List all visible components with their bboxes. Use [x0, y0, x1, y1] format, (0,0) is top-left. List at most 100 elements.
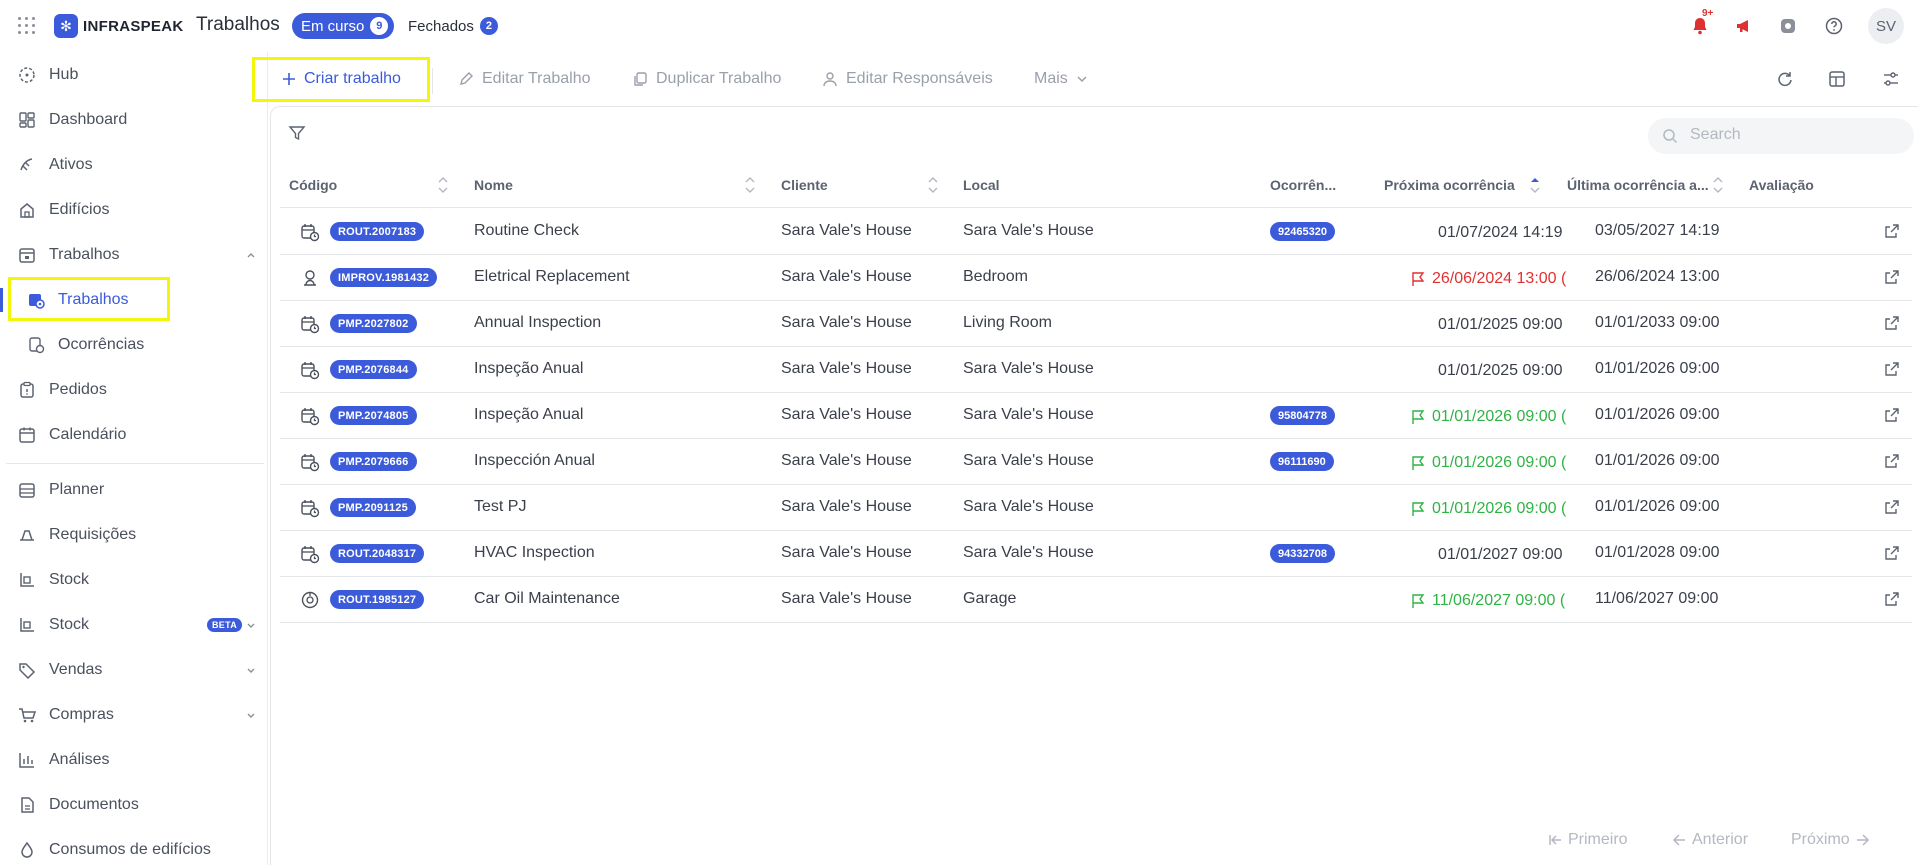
sidebar-item-consumos[interactable]: Consumos de edifícios: [0, 830, 268, 865]
duplicate-job-button[interactable]: Duplicar Trabalho: [632, 66, 781, 92]
external-link-icon[interactable]: [1884, 223, 1900, 239]
next-occurrence: 01/07/2024 14:19: [1438, 224, 1563, 241]
job-code-badge[interactable]: PMP.2079666: [330, 452, 417, 471]
job-code-badge[interactable]: PMP.2074805: [330, 406, 417, 425]
external-link-icon[interactable]: [1884, 407, 1900, 423]
table-row[interactable]: PMP.2091125 Test PJ Sara Vale's House Sara …: [280, 485, 1912, 531]
search-icon: [1663, 129, 1678, 144]
last-occurrence: 01/01/2026 09:00: [1595, 406, 1720, 423]
job-code-badge[interactable]: ROUT.1985127: [330, 590, 425, 609]
refresh-icon[interactable]: [1773, 67, 1797, 91]
sidebar-item-requisicoes[interactable]: Requisições: [0, 515, 268, 555]
occurrence-badge[interactable]: 94332708: [1270, 544, 1335, 563]
apps-grid-icon[interactable]: [18, 17, 36, 35]
column-header-ultima-ocorrencia[interactable]: Última ocorrência a...: [1567, 177, 1709, 193]
sidebar-item-trabalhos-group[interactable]: Trabalhos: [0, 235, 268, 275]
sidebar-item-hub[interactable]: Hub: [0, 55, 268, 95]
sidebar-item-label: Calendário: [49, 426, 127, 443]
table-row[interactable]: ROUT.2007183 Routine Check Sara Vale's Hou…: [280, 209, 1912, 255]
more-dropdown[interactable]: Mais: [1034, 66, 1088, 92]
table-row[interactable]: PMP.2079666 Inspección Anual Sara Vale's H…: [280, 439, 1912, 485]
client-name: Sara Vale's House: [781, 360, 912, 377]
table-row[interactable]: ROUT.2048317 HVAC Inspection Sara Vale's H…: [280, 531, 1912, 577]
job-code-badge[interactable]: ROUT.2048317: [330, 544, 425, 563]
job-code-badge[interactable]: PMP.2027802: [330, 314, 417, 333]
sort-icon[interactable]: [745, 172, 755, 198]
sort-icon[interactable]: [928, 172, 938, 198]
external-link-icon[interactable]: [1884, 453, 1900, 469]
sidebar-item-pedidos[interactable]: Pedidos: [0, 370, 268, 410]
job-code-badge[interactable]: IMPROV.1981432: [330, 268, 438, 287]
columns-layout-icon[interactable]: [1825, 67, 1849, 91]
column-header-nome[interactable]: Nome: [474, 177, 513, 193]
sidebar-item-analises[interactable]: Análises: [0, 740, 268, 780]
search-input[interactable]: [1690, 126, 1890, 144]
first-page-button[interactable]: Primeiro: [1548, 830, 1628, 850]
external-link-icon[interactable]: [1884, 499, 1900, 515]
tab-fechados[interactable]: Fechados 2: [404, 13, 504, 39]
tab-em-curso[interactable]: Em curso 9: [292, 13, 395, 39]
create-job-label: Criar trabalho: [304, 70, 401, 87]
sort-icon[interactable]: [1713, 172, 1723, 198]
sidebar-item-documentos[interactable]: Documentos: [0, 785, 268, 825]
external-link-icon[interactable]: [1884, 315, 1900, 331]
action-toolbar: Criar trabalho Editar Trabalho Duplicar …: [268, 52, 1918, 106]
location-name: Sara Vale's House: [963, 544, 1094, 561]
sidebar-item-planner[interactable]: Planner: [0, 470, 268, 510]
column-header-proxima-ocorrencia[interactable]: Próxima ocorrência: [1384, 177, 1515, 193]
column-header-local[interactable]: Local: [963, 177, 1000, 193]
sidebar-item-stock-beta[interactable]: Stock BETA: [0, 605, 268, 645]
column-header-codigo[interactable]: Código: [289, 177, 337, 193]
sidebar-item-calendario[interactable]: Calendário: [0, 415, 268, 455]
table-row[interactable]: PMP.2076844 Inspeção Anual Sara Vale's Hou…: [280, 347, 1912, 393]
column-header-ocorrencia[interactable]: Ocorrên...: [1270, 177, 1336, 193]
occurrence-badge[interactable]: 96111690: [1270, 452, 1334, 471]
brand-logo[interactable]: ✻ INFRASPEAK: [54, 14, 184, 38]
job-code-badge[interactable]: PMP.2076844: [330, 360, 417, 379]
create-job-button[interactable]: Criar trabalho: [282, 66, 401, 92]
notifications-bell-icon[interactable]: 9+: [1684, 8, 1716, 42]
brand-name: INFRASPEAK: [83, 17, 184, 35]
sidebar-item-dashboard[interactable]: Dashboard: [0, 100, 268, 140]
table-row[interactable]: PMP.2027802 Annual Inspection Sara Vale's …: [280, 301, 1912, 347]
calendar-clock-icon: [300, 452, 320, 472]
settings-gear-icon[interactable]: [1772, 10, 1804, 42]
arrow-right-icon: [1856, 834, 1869, 846]
search-field[interactable]: [1648, 118, 1914, 154]
sidebar-item-edificios[interactable]: Edifícios: [0, 190, 268, 230]
next-page-button[interactable]: Próximo: [1791, 830, 1870, 850]
edit-job-button[interactable]: Editar Trabalho: [458, 66, 591, 92]
dashboard-icon: [18, 111, 36, 129]
external-link-icon[interactable]: [1884, 591, 1900, 607]
last-occurrence: 01/01/2033 09:00: [1595, 314, 1720, 331]
sidebar-item-ocorrencias[interactable]: Ocorrências: [0, 325, 268, 365]
filter-icon[interactable]: [288, 124, 306, 142]
tab-label: Em curso: [301, 17, 365, 35]
previous-page-button[interactable]: Anterior: [1672, 830, 1748, 850]
help-icon[interactable]: [1818, 10, 1850, 42]
megaphone-icon[interactable]: [1728, 10, 1760, 42]
edit-responsibles-button[interactable]: Editar Responsáveis: [822, 66, 993, 92]
user-avatar[interactable]: SV: [1868, 8, 1904, 44]
external-link-icon[interactable]: [1884, 269, 1900, 285]
external-link-icon[interactable]: [1884, 361, 1900, 377]
job-code-badge[interactable]: PMP.2091125: [330, 498, 416, 517]
table-row[interactable]: PMP.2074805 Inspeção Anual Sara Vale's Hou…: [280, 393, 1912, 439]
sort-icon[interactable]: [438, 172, 448, 198]
column-header-cliente[interactable]: Cliente: [781, 177, 828, 193]
table-row[interactable]: ROUT.1985127 Car Oil Maintenance Sara Vale…: [280, 577, 1912, 623]
view-settings-icon[interactable]: [1879, 67, 1903, 91]
column-header-avaliacao[interactable]: Avaliação: [1749, 177, 1814, 193]
sort-ascending-icon[interactable]: [1530, 172, 1540, 198]
occurrence-badge[interactable]: 92465320: [1270, 222, 1335, 241]
job-code-badge[interactable]: ROUT.2007183: [330, 222, 425, 241]
table-row[interactable]: IMPROV.1981432 Eletrical Replacement Sara …: [280, 255, 1912, 301]
previous-page-label: Anterior: [1692, 831, 1749, 848]
external-link-icon[interactable]: [1884, 545, 1900, 561]
sidebar-item-stock[interactable]: Stock: [0, 560, 268, 600]
sidebar-divider: [6, 463, 264, 464]
occurrence-badge[interactable]: 95804778: [1270, 406, 1335, 425]
sidebar-item-ativos[interactable]: Ativos: [0, 145, 268, 185]
sidebar-item-compras[interactable]: Compras: [0, 695, 268, 735]
sidebar-item-vendas[interactable]: Vendas: [0, 650, 268, 690]
